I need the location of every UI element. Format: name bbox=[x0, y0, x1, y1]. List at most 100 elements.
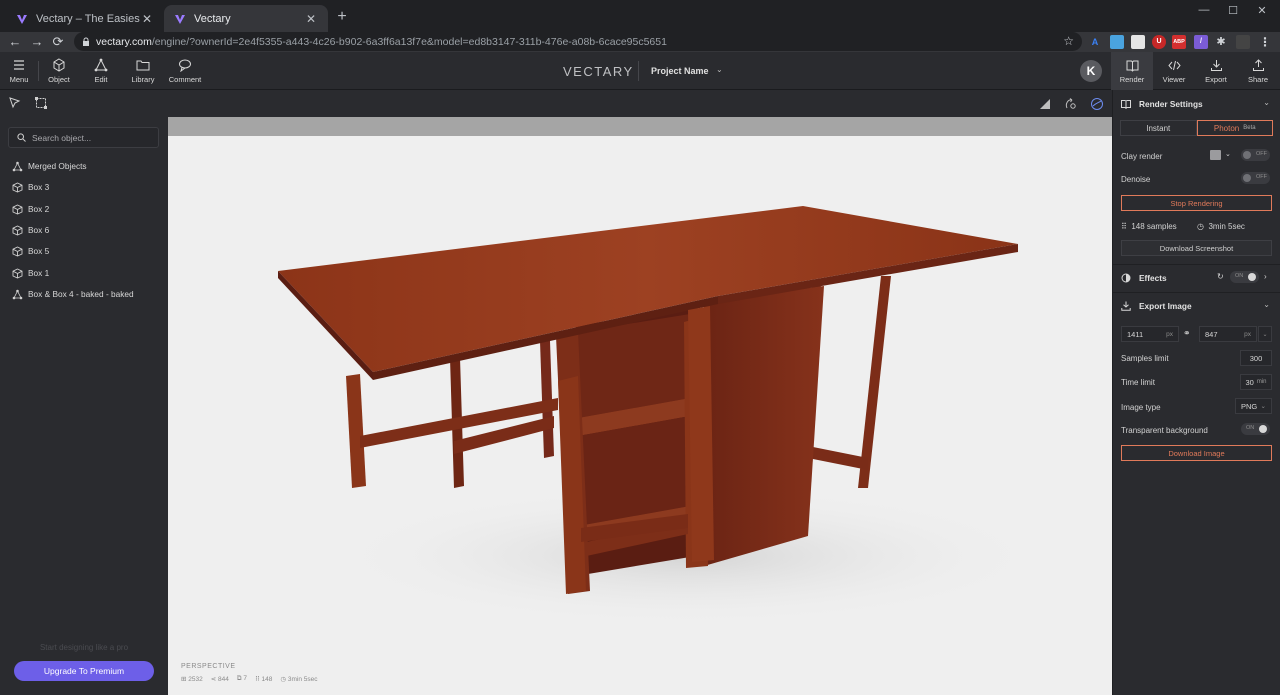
environment-icon[interactable] bbox=[1038, 97, 1052, 111]
library-tool-button[interactable]: Library bbox=[121, 52, 165, 90]
denoise-toggle[interactable]: OFF bbox=[1241, 172, 1270, 184]
effects-header[interactable]: Effects bbox=[1121, 271, 1167, 285]
ublock-extension-icon[interactable]: U bbox=[1152, 35, 1166, 49]
3d-viewport[interactable]: PERSPECTIVE ⊞ 2532 ⋖ 844 ⧉ 7 ⠿ 148 ◷ 3mi… bbox=[168, 136, 1112, 695]
menu-button[interactable]: Menu bbox=[0, 52, 38, 90]
render-book-icon bbox=[1126, 60, 1138, 72]
chevron-down-icon[interactable]: ⌄ bbox=[1225, 150, 1231, 158]
list-item-box-baked[interactable]: Box & Box 4 - baked - baked bbox=[12, 287, 134, 301]
browser-tab-vectary-home[interactable]: Vectary – The Easiest Online 3D Design ✕ bbox=[6, 5, 164, 32]
comment-tool-button[interactable]: Comment bbox=[163, 52, 207, 90]
tool-label: Object bbox=[48, 75, 70, 84]
export-image-header[interactable]: Export Image bbox=[1121, 299, 1192, 313]
image-type-select[interactable]: PNG ⌄ bbox=[1235, 398, 1272, 414]
chevron-down-icon[interactable]: ⌄ bbox=[1263, 98, 1270, 107]
download-image-button[interactable]: Download Image bbox=[1121, 445, 1272, 461]
object-name: Merged Objects bbox=[28, 161, 87, 171]
slash-extension-icon[interactable]: / bbox=[1194, 35, 1208, 49]
object-tool-button[interactable]: Object bbox=[37, 52, 81, 90]
maximize-icon[interactable]: ☐ bbox=[1223, 4, 1243, 18]
browser-tab-vectary-active[interactable]: Vectary ✕ bbox=[164, 5, 328, 32]
list-item-box-1[interactable]: Box 1 bbox=[12, 266, 49, 280]
acrobat-extension-icon[interactable]: A bbox=[1088, 35, 1102, 49]
chevron-down-icon[interactable]: ⌄ bbox=[716, 65, 723, 74]
cube-icon bbox=[12, 203, 23, 214]
share-tab-button[interactable]: Share bbox=[1237, 52, 1279, 90]
box-select-icon[interactable] bbox=[34, 96, 48, 110]
search-icon bbox=[17, 133, 26, 142]
chevron-down-icon: ⌄ bbox=[1262, 331, 1268, 338]
list-item-box-6[interactable]: Box 6 bbox=[12, 223, 49, 237]
folder-icon bbox=[136, 60, 150, 71]
clay-color-swatch[interactable] bbox=[1210, 150, 1221, 160]
mode-photon-button[interactable]: Photon Beta bbox=[1196, 120, 1273, 136]
tool-label: Render bbox=[1119, 74, 1145, 84]
list-item-box-3[interactable]: Box 3 bbox=[12, 180, 49, 194]
link-ratio-icon[interactable]: ⚭ bbox=[1183, 328, 1191, 339]
samples-limit-label: Samples limit bbox=[1121, 354, 1169, 363]
export-height-input[interactable]: 847 px bbox=[1199, 326, 1257, 342]
camera-orbit-icon[interactable] bbox=[1064, 97, 1078, 111]
more-menu-icon[interactable]: ⋮ bbox=[1258, 35, 1272, 49]
back-icon[interactable]: ← bbox=[6, 33, 24, 51]
export-tab-button[interactable]: Export bbox=[1195, 52, 1237, 90]
clay-render-toggle[interactable]: OFF bbox=[1241, 149, 1270, 161]
object-name: Box 6 bbox=[28, 225, 50, 235]
close-window-icon[interactable]: ✕ bbox=[1252, 4, 1272, 18]
profile-extension-icon[interactable] bbox=[1236, 35, 1250, 49]
object-search[interactable] bbox=[8, 127, 159, 148]
stop-rendering-button[interactable]: Stop Rendering bbox=[1121, 195, 1272, 211]
edit-tool-button[interactable]: Edit bbox=[79, 52, 123, 90]
select-cursor-icon[interactable] bbox=[8, 96, 22, 110]
download-screenshot-button[interactable]: Download Screenshot bbox=[1121, 240, 1272, 256]
list-item-box-2[interactable]: Box 2 bbox=[12, 202, 49, 216]
adblock-plus-extension-icon[interactable]: ABP bbox=[1172, 35, 1186, 49]
render-mode-icon[interactable] bbox=[1090, 97, 1104, 111]
list-item-merged-objects[interactable]: Merged Objects bbox=[12, 159, 87, 173]
upgrade-premium-button[interactable]: Upgrade To Premium bbox=[14, 661, 154, 681]
upload-icon bbox=[1252, 58, 1264, 71]
samples-readout: ⠿ 148 samples bbox=[1121, 222, 1177, 231]
list-item-box-5[interactable]: Box 5 bbox=[12, 244, 49, 258]
time-limit-input[interactable]: 30 min bbox=[1240, 374, 1272, 390]
user-avatar[interactable]: K bbox=[1080, 60, 1102, 82]
objects-count: ⧉ 7 bbox=[236, 675, 247, 682]
effects-toggle[interactable]: ON bbox=[1230, 271, 1259, 283]
render-panel: Render Settings ⌄ Instant Photon Beta Cla… bbox=[1112, 90, 1280, 695]
viewer-tab-button[interactable]: Viewer bbox=[1153, 52, 1195, 90]
chevron-right-icon[interactable]: › bbox=[1264, 272, 1267, 281]
address-bar[interactable]: vectary.com/engine/?ownerId=2e4f5355-a44… bbox=[74, 32, 1082, 51]
export-width-input[interactable]: 1411 px bbox=[1121, 326, 1179, 342]
forward-icon[interactable]: → bbox=[28, 33, 46, 51]
tab-close-icon[interactable]: ✕ bbox=[304, 12, 318, 26]
premium-tagline: Start designing like a pro bbox=[39, 643, 129, 652]
resolution-preset-dropdown[interactable]: ⌄ bbox=[1258, 326, 1272, 342]
image-extension-icon[interactable] bbox=[1131, 35, 1145, 49]
minimize-icon[interactable]: — bbox=[1194, 4, 1214, 18]
render-settings-header[interactable]: Render Settings bbox=[1121, 97, 1203, 111]
chevron-down-icon[interactable]: ⌄ bbox=[1263, 300, 1270, 309]
reset-effects-icon[interactable]: ↻ bbox=[1217, 272, 1224, 281]
vertex-edit-icon bbox=[94, 58, 108, 72]
clay-render-label: Clay render bbox=[1121, 152, 1163, 161]
search-input[interactable] bbox=[32, 132, 152, 143]
puzzle-extensions-icon[interactable]: ✱ bbox=[1214, 35, 1228, 49]
divider bbox=[1113, 264, 1280, 265]
new-tab-button[interactable]: + bbox=[334, 8, 350, 26]
merged-icon bbox=[12, 161, 23, 171]
extension-icon[interactable] bbox=[1110, 35, 1124, 49]
vectary-logo[interactable]: VECTARY bbox=[563, 64, 634, 79]
project-name[interactable]: Project Name bbox=[651, 66, 709, 76]
tab-close-icon[interactable]: ✕ bbox=[140, 12, 154, 26]
camera-mode-label[interactable]: PERSPECTIVE bbox=[181, 663, 236, 670]
object-sidebar: Merged Objects Box 3 Box 2 Box 6 Box 5 B… bbox=[0, 90, 168, 695]
transparent-background-toggle[interactable]: ON bbox=[1241, 423, 1270, 435]
reload-icon[interactable]: ⟳ bbox=[49, 33, 67, 51]
bookmark-star-icon[interactable]: ☆ bbox=[1063, 34, 1074, 48]
merged-icon bbox=[12, 289, 23, 299]
samples-limit-input[interactable]: 300 bbox=[1240, 350, 1272, 366]
mode-instant-button[interactable]: Instant bbox=[1120, 120, 1197, 136]
edges-count: ⋖ 844 bbox=[210, 676, 229, 683]
lock-icon bbox=[83, 37, 89, 46]
render-tab-button[interactable]: Render bbox=[1111, 52, 1153, 90]
